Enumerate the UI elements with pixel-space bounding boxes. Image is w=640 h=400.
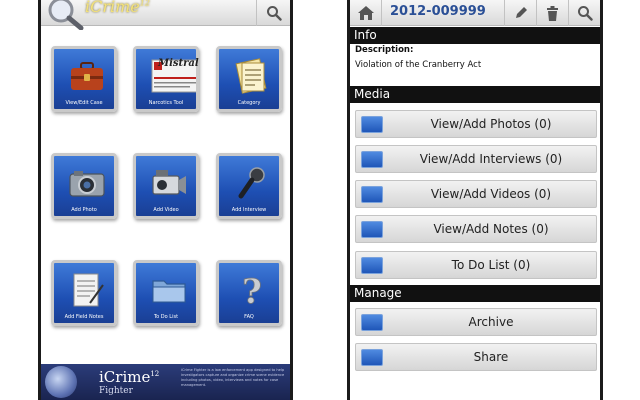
case-number: 2012-009999 [390,4,486,19]
tile-add-field-notes[interactable]: Add Field Notes [51,260,117,326]
category-list-icon [235,58,267,94]
screenshot-stage: iCrime12 View/Edit Case Mistral Narcotic… [0,0,640,400]
archive-icon [361,314,383,331]
banner-subtitle: Fighter [99,386,133,396]
button-label: View/Add Videos (0) [430,187,552,201]
logo-text: iCrime12 [85,0,150,16]
mistral-brand-text: Mistral [158,58,199,69]
tile-label: Narcotics Tool [148,100,184,106]
button-label: View/Add Photos (0) [430,117,552,131]
video-icon [361,186,383,203]
photo-icon [361,116,383,133]
tile-faq[interactable]: ? FAQ [216,260,282,326]
description-value: Violation of the Cranberry Act [355,60,482,70]
tile-label: FAQ [244,314,254,320]
microphone-icon [238,167,265,199]
search-button[interactable] [568,0,600,26]
tile-category[interactable]: Category [216,46,282,112]
case-detail-screen: 2012-009999 Info Description: Violation … [347,0,603,400]
section-header-media: Media [350,86,600,103]
promo-banner: iCrime12 Fighter iCrime Fighter is a law… [41,364,290,400]
question-icon: ? [242,272,263,309]
tile-label: Category [237,100,261,106]
notepad-icon [73,273,104,307]
case-header: 2012-009999 [350,0,600,26]
banner-title: iCrime12 [99,368,160,386]
tile-to-do-list[interactable]: To Do List [133,260,199,326]
section-header-manage: Manage [350,285,600,302]
button-label: To Do List (0) [451,258,531,272]
folder-icon [152,280,186,303]
briefcase-icon [71,62,103,90]
view-add-videos-button[interactable]: View/Add Videos (0) [355,180,597,208]
todo-icon [361,257,383,274]
globe-icon [45,366,77,398]
search-icon [577,6,593,21]
edit-button[interactable] [504,0,536,26]
search-icon [266,6,282,21]
tile-label: Add Video [153,207,179,213]
view-add-photos-button[interactable]: View/Add Photos (0) [355,110,597,138]
description-label: Description: [355,45,414,55]
svg-text:?: ? [242,272,262,309]
search-button[interactable] [256,0,290,26]
view-add-notes-button[interactable]: View/Add Notes (0) [355,215,597,243]
camera-icon [69,171,105,197]
delete-button[interactable] [536,0,568,26]
pencil-icon [515,7,527,18]
button-label: View/Add Interviews (0) [419,152,563,166]
tile-view-edit-case[interactable]: View/Edit Case [51,46,117,112]
tile-label: Add Interview [231,207,267,213]
share-icon [361,349,383,366]
app-header: iCrime12 [41,0,290,30]
tile-add-photo[interactable]: Add Photo [51,153,117,219]
section-header-info: Info [350,27,600,44]
video-camera-icon [152,170,186,195]
share-button[interactable]: Share [355,343,597,371]
button-label: View/Add Notes (0) [433,222,549,236]
notes-icon [361,221,383,238]
button-label: Share [473,350,509,364]
to-do-list-button[interactable]: To Do List (0) [355,251,597,279]
trash-icon [547,5,558,21]
tile-label: To Do List [153,314,179,320]
tile-narcotics-tool[interactable]: Mistral Narcotics Tool [133,46,199,112]
tile-add-interview[interactable]: Add Interview [216,153,282,219]
tile-add-video[interactable]: Add Video [133,153,199,219]
tile-label: Add Photo [71,207,97,213]
view-add-interviews-button[interactable]: View/Add Interviews (0) [355,145,597,173]
button-label: Archive [468,315,514,329]
archive-button[interactable]: Archive [355,308,597,336]
magnifier-logo-icon [48,0,84,30]
app-logo: iCrime12 [45,0,195,30]
home-button[interactable] [350,0,382,26]
interview-icon [361,151,383,168]
tile-label: Add Field Notes [64,314,104,320]
banner-description: iCrime Fighter is a law enforcement app … [181,368,285,387]
home-screen: iCrime12 View/Edit Case Mistral Narcotic… [38,0,293,400]
home-icon [357,6,374,20]
tile-label: View/Edit Case [65,100,103,106]
